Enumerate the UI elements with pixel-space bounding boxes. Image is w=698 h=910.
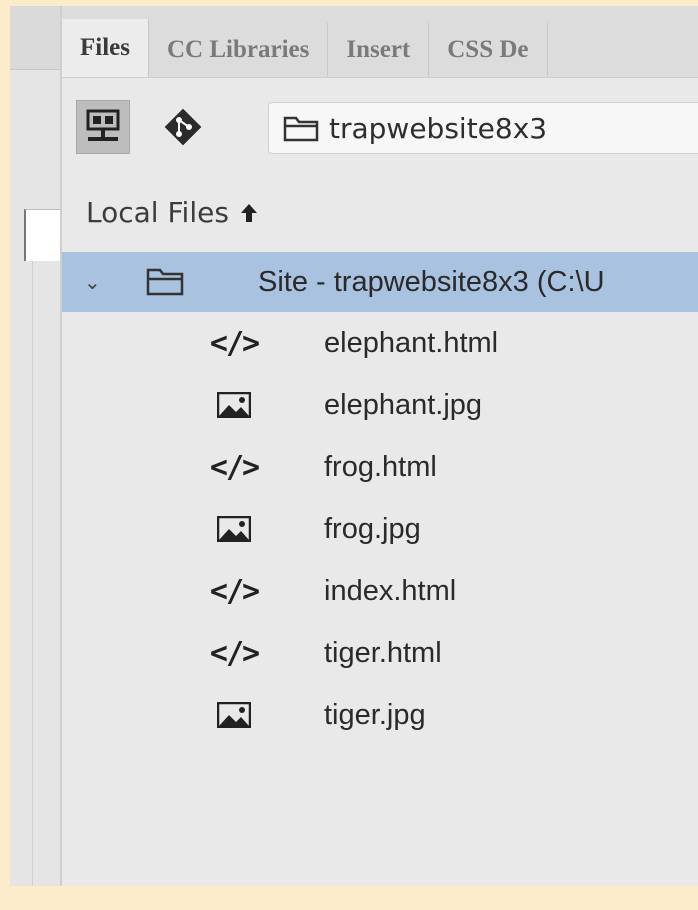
tab-css-designer[interactable]: CSS De	[429, 23, 548, 77]
code-file-icon: </>	[209, 635, 260, 671]
up-arrow-icon[interactable]	[239, 202, 259, 224]
file-name: frog.jpg	[324, 512, 421, 545]
panel-tabs: Files CC Libraries Insert CSS De	[62, 6, 698, 78]
files-toolbar: trapwebsite8x3 ▾	[62, 90, 698, 156]
image-file-icon	[208, 702, 260, 728]
local-files-label: Local Files	[86, 196, 229, 229]
dreamweaver-window: Files CC Libraries Insert CSS De trapweb…	[10, 6, 698, 886]
file-name: index.html	[324, 574, 457, 607]
code-file-icon: </>	[209, 325, 260, 361]
file-name: elephant.html	[324, 326, 499, 359]
site-root-row[interactable]: ⌄ Site - trapwebsite8x3 (C:\U	[62, 252, 698, 312]
site-select[interactable]: trapwebsite8x3 ▾	[268, 102, 698, 154]
file-row-index-html[interactable]: </> index.html	[62, 560, 698, 622]
local-files-header[interactable]: Local Files	[86, 196, 259, 229]
image-file-icon	[208, 392, 260, 418]
file-row-frog-html[interactable]: </> frog.html	[62, 436, 698, 498]
editor-ruler	[24, 209, 62, 261]
file-name: elephant.jpg	[324, 388, 483, 421]
file-name: tiger.jpg	[324, 698, 426, 731]
file-row-elephant-html[interactable]: </> elephant.html	[62, 312, 698, 374]
file-row-frog-jpg[interactable]: frog.jpg	[62, 498, 698, 560]
chevron-down-icon[interactable]: ⌄	[84, 270, 101, 295]
file-tree: ⌄ Site - trapwebsite8x3 (C:\U </> elepha…	[62, 252, 698, 746]
editor-edge	[10, 6, 62, 886]
git-icon	[164, 108, 202, 146]
network-server-icon	[86, 109, 120, 141]
file-row-tiger-jpg[interactable]: tiger.jpg	[62, 684, 698, 746]
editor-tab-strip	[10, 6, 62, 70]
code-file-icon: </>	[209, 449, 260, 485]
file-name: frog.html	[324, 450, 437, 483]
site-root-label: Site - trapwebsite8x3 (C:\U	[258, 265, 605, 298]
file-name: tiger.html	[324, 636, 442, 669]
file-row-elephant-jpg[interactable]: elephant.jpg	[62, 374, 698, 436]
site-select-value: trapwebsite8x3	[329, 111, 548, 145]
file-row-tiger-html[interactable]: </> tiger.html	[62, 622, 698, 684]
image-file-icon	[208, 516, 260, 542]
code-file-icon: </>	[209, 573, 260, 609]
editor-gutter-line	[32, 261, 33, 886]
folder-icon	[146, 268, 184, 296]
tab-files[interactable]: Files	[62, 19, 149, 77]
files-panel: Files CC Libraries Insert CSS De trapweb…	[62, 6, 698, 886]
folder-icon	[283, 116, 319, 142]
tab-cc-libraries[interactable]: CC Libraries	[149, 23, 329, 77]
tab-insert[interactable]: Insert	[328, 23, 430, 77]
git-button[interactable]	[156, 100, 210, 154]
connect-button[interactable]	[76, 100, 130, 154]
